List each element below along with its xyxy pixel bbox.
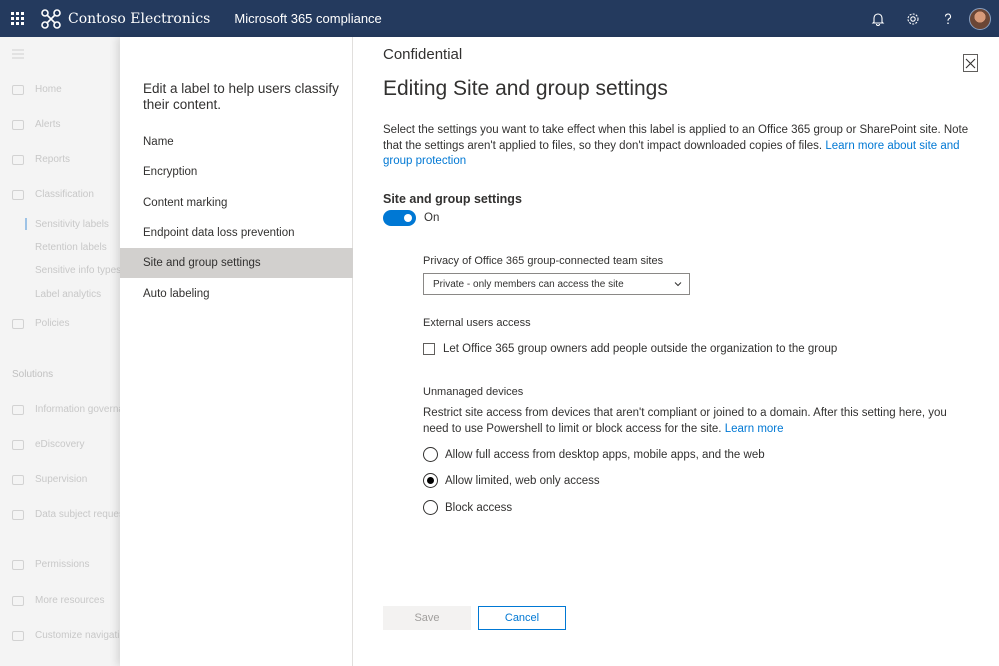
- nav-active-indicator: [25, 218, 27, 230]
- nav-reports[interactable]: Reports: [12, 154, 70, 165]
- step-encryption[interactable]: Encryption: [120, 157, 353, 187]
- save-button[interactable]: Save: [383, 606, 471, 630]
- nav-supervision[interactable]: Supervision: [12, 474, 87, 485]
- wizard-intro: Edit a label to help users classify thei…: [143, 81, 339, 112]
- app-name[interactable]: Microsoft 365 compliance: [234, 11, 381, 26]
- site-group-toggle-row: On: [383, 210, 439, 226]
- external-users-checkbox[interactable]: [423, 343, 435, 355]
- nav-policies[interactable]: Policies: [12, 318, 69, 329]
- step-auto-labeling[interactable]: Auto labeling: [120, 279, 353, 309]
- contoso-logo-icon: [41, 8, 61, 29]
- learn-more-link[interactable]: Learn more: [725, 423, 784, 435]
- info-icon: [12, 595, 24, 606]
- external-users-option[interactable]: Let Office 365 group owners add people o…: [423, 343, 837, 355]
- hamburger-icon[interactable]: [12, 49, 24, 59]
- radio-full-access[interactable]: Allow full access from desktop apps, mob…: [423, 447, 765, 462]
- privacy-select[interactable]: Private - only members can access the si…: [423, 273, 690, 295]
- nav-classification[interactable]: Classification: [12, 189, 94, 200]
- top-bar: Contoso Electronics Microsoft 365 compli…: [0, 0, 999, 37]
- radio-block-access-button[interactable]: [423, 500, 438, 515]
- site-group-toggle[interactable]: [383, 210, 416, 226]
- chart-icon: [12, 154, 24, 165]
- tag-icon: [12, 189, 24, 200]
- step-endpoint-dlp[interactable]: Endpoint data loss prevention: [120, 218, 353, 248]
- external-users-checkbox-label: Let Office 365 group owners add people o…: [443, 343, 838, 355]
- bell-icon[interactable]: [860, 0, 895, 37]
- radio-limited-access-button[interactable]: [423, 473, 438, 488]
- nav-alerts[interactable]: Alerts: [12, 119, 61, 130]
- key-icon: [12, 559, 24, 570]
- lock-icon: [12, 509, 24, 520]
- nav-retention-labels[interactable]: Retention labels: [35, 242, 107, 253]
- gear-icon[interactable]: [895, 0, 930, 37]
- nav-label-analytics[interactable]: Label analytics: [35, 289, 101, 300]
- radio-limited-access[interactable]: Allow limited, web only access: [423, 473, 600, 488]
- brand[interactable]: Contoso Electronics: [40, 8, 210, 30]
- nav-more-resources[interactable]: More resources: [12, 595, 104, 606]
- external-users-label: External users access: [423, 317, 531, 329]
- nav-sensitive-info-types[interactable]: Sensitive info types: [35, 265, 121, 276]
- section-title: Site and group settings: [383, 192, 522, 206]
- close-icon: [965, 58, 976, 68]
- cancel-button[interactable]: Cancel: [478, 606, 566, 630]
- radio-block-access[interactable]: Block access: [423, 500, 512, 515]
- settings-content: Confidential Editing Site and group sett…: [353, 37, 999, 666]
- alert-icon: [12, 119, 24, 130]
- wizard-steps: Edit a label to help users classify thei…: [120, 37, 353, 666]
- edit-label-panel: Edit a label to help users classify thei…: [120, 37, 999, 666]
- step-content-marking[interactable]: Content marking: [120, 188, 353, 218]
- home-icon: [12, 84, 24, 95]
- toggle-state-label: On: [424, 212, 440, 224]
- nav-section-solutions: Solutions: [12, 369, 54, 380]
- nav-ediscovery[interactable]: eDiscovery: [12, 439, 84, 450]
- unmanaged-devices-description: Restrict site access from devices that a…: [423, 407, 947, 435]
- step-name[interactable]: Name: [120, 127, 353, 157]
- nav-permissions[interactable]: Permissions: [12, 559, 89, 570]
- page-title: Editing Site and group settings: [383, 77, 668, 100]
- chevron-down-icon: [674, 282, 682, 287]
- step-site-group-settings[interactable]: Site and group settings: [120, 248, 353, 278]
- nav-data-subject-requests[interactable]: Data subject requests: [12, 509, 132, 520]
- privacy-select-value: Private - only members can access the si…: [433, 278, 624, 290]
- nav-customize-navigation[interactable]: Customize navigation: [12, 630, 131, 641]
- brand-name: Contoso Electronics: [68, 10, 211, 27]
- privacy-label: Privacy of Office 365 group-connected te…: [423, 255, 664, 267]
- lock-icon: [12, 404, 24, 415]
- left-navigation: Home Alerts Reports Classification Sensi…: [0, 37, 140, 666]
- close-button[interactable]: [963, 54, 978, 72]
- pencil-icon: [12, 630, 24, 641]
- ediscovery-icon: [12, 439, 24, 450]
- policy-icon: [12, 318, 24, 329]
- avatar[interactable]: [969, 7, 991, 30]
- unmanaged-devices-label: Unmanaged devices: [423, 386, 524, 398]
- waffle-icon[interactable]: [0, 0, 34, 37]
- nav-home[interactable]: Home: [12, 84, 62, 95]
- page-description: Select the settings you want to take eff…: [383, 124, 969, 167]
- radio-full-access-button[interactable]: [423, 447, 438, 462]
- eye-icon: [12, 474, 24, 485]
- help-icon[interactable]: [930, 0, 965, 37]
- nav-sensitivity-labels[interactable]: Sensitivity labels: [35, 219, 109, 230]
- label-name: Confidential: [383, 46, 463, 63]
